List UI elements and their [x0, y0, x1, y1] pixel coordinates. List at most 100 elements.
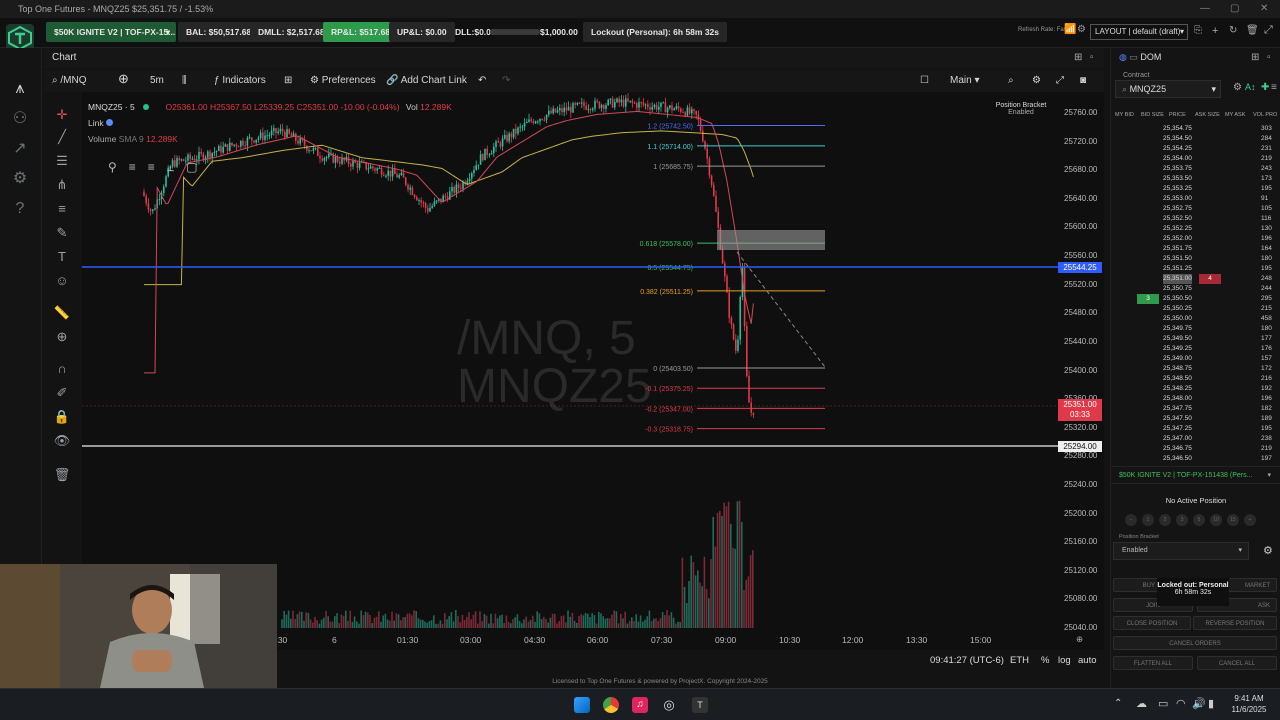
- obs-icon[interactable]: ◎: [661, 697, 677, 713]
- quantity-button[interactable]: 1: [1142, 514, 1154, 526]
- lock-icon[interactable]: 🔒: [52, 408, 72, 426]
- dom-ask-size[interactable]: 4: [1199, 274, 1221, 284]
- dom-popout-icon[interactable]: ▫: [1267, 52, 1271, 63]
- dom-menu-icon[interactable]: ≡: [1271, 82, 1277, 93]
- dom-row[interactable]: 25,353.25 195: [1111, 184, 1280, 194]
- dom-row[interactable]: 25,352.50 116: [1111, 214, 1280, 224]
- log-toggle[interactable]: log: [1058, 655, 1071, 666]
- ruler-icon[interactable]: 📏: [52, 304, 72, 322]
- account-selector[interactable]: $50K IGNITE V2 | TOF-PX-15... ▾: [46, 22, 176, 42]
- cloud-icon[interactable]: ☁: [1136, 697, 1147, 710]
- tray-chevron-icon[interactable]: ⌃: [1114, 698, 1122, 709]
- percent-toggle[interactable]: %: [1041, 655, 1049, 666]
- checkbox-icon[interactable]: ☐: [920, 73, 929, 89]
- dom-row[interactable]: 25,347.75 182: [1111, 404, 1280, 414]
- dom-row[interactable]: 25,347.00 238: [1111, 434, 1280, 444]
- templates-icon[interactable]: ⊞: [284, 73, 292, 89]
- legend-link[interactable]: Link: [88, 118, 113, 128]
- auto-toggle[interactable]: auto: [1078, 655, 1097, 666]
- save-icon[interactable]: ⎘: [1194, 25, 1202, 36]
- dom-row[interactable]: 25,349.50 177: [1111, 334, 1280, 344]
- dom-row[interactable]: 25,350.75 244: [1111, 284, 1280, 294]
- auto-center-icon[interactable]: A↕: [1245, 82, 1256, 92]
- compare-add-icon[interactable]: ⊕: [118, 71, 129, 87]
- dom-tab[interactable]: ◍ ▭ DOM: [1119, 52, 1161, 63]
- dom-row[interactable]: 25,352.75 105: [1111, 204, 1280, 214]
- flatten-all-button[interactable]: FLATTEN ALL: [1113, 656, 1193, 670]
- dom-bid-size[interactable]: 3: [1137, 294, 1159, 304]
- symbol-search[interactable]: ⌕ /MNQ: [52, 73, 87, 89]
- dom-row[interactable]: 25,352.00 196: [1111, 234, 1280, 244]
- add-chart-link-button[interactable]: 🔗 Add Chart Link: [386, 73, 467, 89]
- fullscreen-chart-icon[interactable]: ⤢: [1056, 73, 1064, 89]
- fibonacci-extension[interactable]: 1.2 (25742.50) 1.1 (25714.00) 1 (25685.75)…: [640, 124, 825, 434]
- layout-main-select[interactable]: Main ▾: [950, 73, 980, 89]
- preferences-button[interactable]: ⚙ Preferences: [310, 73, 376, 89]
- battery-icon[interactable]: ▮: [1208, 697, 1214, 710]
- highlight-zone[interactable]: [717, 230, 825, 250]
- dom-row[interactable]: 25,354.50 284: [1111, 134, 1280, 144]
- dom-row[interactable]: 25,350.50 295 3: [1111, 294, 1280, 304]
- text-icon[interactable]: T: [52, 248, 72, 266]
- dom-row[interactable]: 25,346.75 219: [1111, 444, 1280, 454]
- chart-nav-icon[interactable]: ⩚: [9, 78, 31, 100]
- dom-row[interactable]: 25,351.25 195: [1111, 264, 1280, 274]
- dom-row[interactable]: 25,351.00 248 4: [1111, 274, 1280, 284]
- start-windows-icon[interactable]: [574, 697, 590, 713]
- minimize-icon[interactable]: —: [1200, 0, 1210, 18]
- quantity-button[interactable]: +: [1244, 514, 1256, 526]
- dom-row[interactable]: 25,348.00 196: [1111, 394, 1280, 404]
- horizontal-lines-icon[interactable]: ☰: [52, 152, 72, 170]
- pitchfork-icon[interactable]: ⋔: [52, 176, 72, 194]
- emoji-icon[interactable]: ☺: [52, 272, 72, 290]
- dom-row[interactable]: 25,350.00 458: [1111, 314, 1280, 324]
- dom-add-order-icon[interactable]: ✚: [1261, 82, 1269, 93]
- trend-nav-icon[interactable]: ↗: [9, 138, 31, 160]
- session-toggle[interactable]: ETH: [1010, 655, 1029, 666]
- dom-add-icon[interactable]: ⊞: [1251, 52, 1259, 63]
- zoom-icon[interactable]: ⌕: [1008, 73, 1014, 89]
- volume-icon[interactable]: 🔊: [1192, 697, 1206, 710]
- dom-row[interactable]: 25,353.75 243: [1111, 164, 1280, 174]
- dom-row[interactable]: 25,348.50 216: [1111, 374, 1280, 384]
- wifi-icon[interactable]: ◠: [1176, 697, 1186, 710]
- dom-ladder[interactable]: 25,355.0030325,354.7530325,354.5028425,3…: [1111, 122, 1280, 462]
- interval-select[interactable]: 5m: [150, 73, 164, 89]
- fib-icon[interactable]: ≡: [52, 200, 72, 218]
- close-icon[interactable]: ✕: [1260, 0, 1268, 18]
- dom-row[interactable]: 25,353.00 91: [1111, 194, 1280, 204]
- dom-row[interactable]: 25,351.75 164: [1111, 244, 1280, 254]
- dom-account-select[interactable]: $50K IGNITE V2 | TOF-PX-151438 (Pers... ▾: [1111, 466, 1280, 484]
- terminal-app-icon[interactable]: T: [692, 697, 708, 713]
- crosshair-icon[interactable]: ✛: [52, 106, 72, 124]
- projection-dashed-line[interactable]: [736, 251, 826, 368]
- settings-icon[interactable]: ⚙: [1077, 24, 1086, 35]
- close-position-button[interactable]: CLOSE POSITION: [1113, 616, 1191, 630]
- contract-select[interactable]: ⌕ MNQZ25 ▾: [1115, 80, 1221, 98]
- quantity-button[interactable]: −: [1125, 514, 1137, 526]
- add-panel-icon[interactable]: ⊞: [1074, 48, 1082, 68]
- magnet-icon[interactable]: ∩: [52, 360, 72, 378]
- pencil-lock-icon[interactable]: ✐: [52, 384, 72, 402]
- trash-icon[interactable]: 🗑: [1246, 25, 1259, 36]
- brush-icon[interactable]: ✎: [52, 224, 72, 242]
- dom-row[interactable]: 25,348.75 172: [1111, 364, 1280, 374]
- quantity-button[interactable]: 2: [1159, 514, 1171, 526]
- dom-row[interactable]: 25,350.25 215: [1111, 304, 1280, 314]
- cancel-all-button[interactable]: CANCEL ALL: [1197, 656, 1277, 670]
- dom-row[interactable]: 25,354.00 219: [1111, 154, 1280, 164]
- dom-row[interactable]: 25,349.25 176: [1111, 344, 1280, 354]
- refresh-icon[interactable]: ↻: [1229, 25, 1237, 36]
- music-app-icon[interactable]: ♫: [632, 697, 648, 713]
- position-bracket-select[interactable]: Enabled ▾: [1113, 542, 1249, 560]
- chrome-icon[interactable]: [603, 697, 619, 713]
- tray-clock[interactable]: 9:41 AM 11/6/2025: [1224, 693, 1274, 715]
- dom-settings-icon[interactable]: ⚙: [1233, 82, 1242, 93]
- cancel-orders-button[interactable]: CANCEL ORDERS: [1113, 636, 1277, 650]
- add-icon[interactable]: +: [1212, 25, 1218, 37]
- undo-icon[interactable]: ↶: [478, 73, 486, 89]
- eye-icon[interactable]: 👁: [52, 432, 72, 450]
- dom-row[interactable]: 25,351.50 180: [1111, 254, 1280, 264]
- dom-row[interactable]: 25,347.50 189: [1111, 414, 1280, 424]
- position-bracket-badge[interactable]: Position Bracket Enabled: [990, 102, 1052, 116]
